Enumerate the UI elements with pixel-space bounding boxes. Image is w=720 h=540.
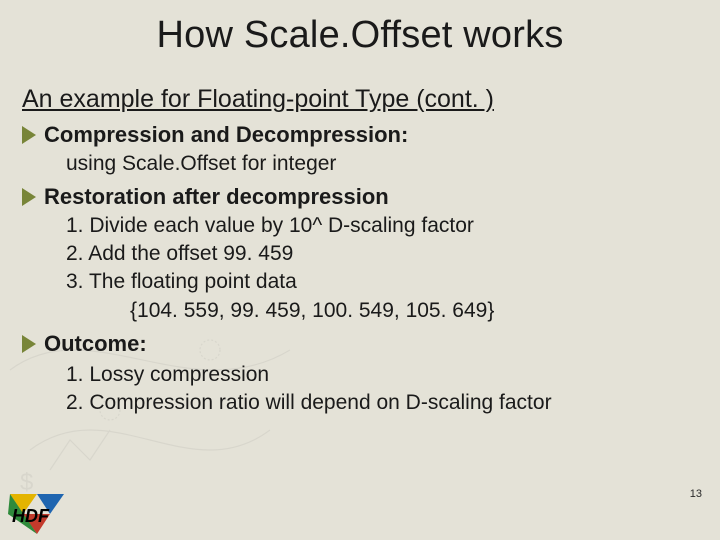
bullet-head-text: Outcome — [44, 331, 139, 356]
triangle-bullet-icon — [22, 188, 36, 206]
slide-subtitle: An example for Floating-point Type (cont… — [22, 85, 720, 114]
bullet-heading: Restoration after decompression — [44, 182, 389, 212]
bullet-sub: 2. Compression ratio will depend on D-sc… — [66, 389, 720, 417]
bullet-item: Outcome: — [22, 329, 720, 359]
bullet-sub: 3. The floating point data — [66, 268, 720, 296]
bullet-sub: using Scale.Offset for integer — [66, 150, 720, 178]
bullet-colon: : — [401, 122, 408, 147]
bullet-heading: Outcome: — [44, 329, 147, 359]
triangle-bullet-icon — [22, 126, 36, 144]
bullet-sub: 1. Divide each value by 10^ D-scaling fa… — [66, 212, 720, 240]
bullet-list: Compression and Decompression: using Sca… — [22, 120, 720, 417]
bullet-head-text: Restoration after decompression — [44, 184, 389, 209]
bullet-item: Compression and Decompression: — [22, 120, 720, 150]
triangle-bullet-icon — [22, 335, 36, 353]
bullet-sub: 1. Lossy compression — [66, 361, 720, 389]
bullet-sub-data: {104. 559, 99. 459, 100. 549, 105. 649} — [130, 297, 720, 325]
bullet-heading: Compression and Decompression: — [44, 120, 408, 150]
logo-text: HDF — [12, 506, 50, 526]
bullet-item: Restoration after decompression — [22, 182, 720, 212]
bullet-head-text: Compression and Decompression — [44, 122, 401, 147]
bullet-sub: 2. Add the offset 99. 459 — [66, 240, 720, 268]
hdf-logo: HDF — [8, 492, 66, 536]
bullet-colon: : — [139, 331, 146, 356]
page-number: 13 — [690, 488, 702, 500]
slide: How Scale.Offset works An example for Fl… — [0, 0, 720, 540]
slide-title: How Scale.Offset works — [0, 0, 720, 57]
